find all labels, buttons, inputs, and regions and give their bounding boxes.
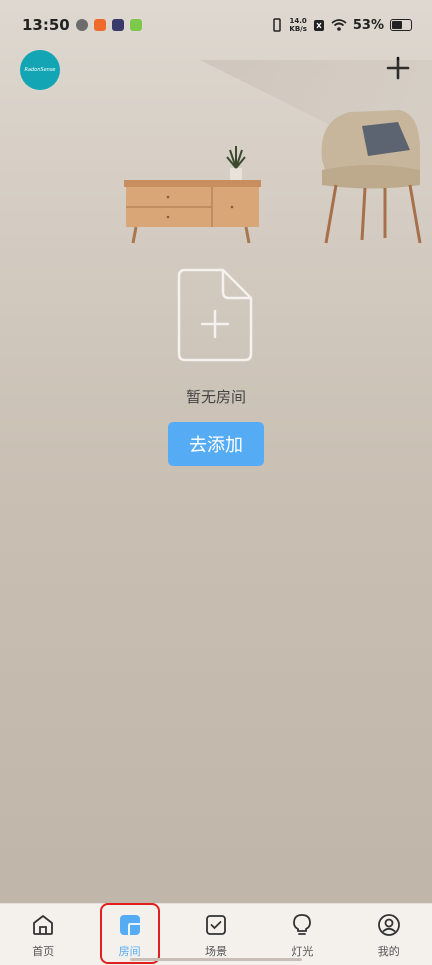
battery-icon	[390, 19, 412, 31]
status-right: 14.0 KB/s 53%	[271, 17, 412, 33]
empty-room-message: 暂无房间	[185, 388, 246, 406]
plant-pot	[230, 168, 242, 182]
dresser-top	[124, 180, 261, 187]
net-speed-unit: KB/s	[289, 25, 307, 33]
home-icon	[33, 915, 54, 935]
bulb-icon	[293, 914, 312, 935]
net-speed-value: 14.0	[289, 17, 307, 25]
net-speed: 14.0 KB/s	[289, 17, 306, 33]
tab-profile[interactable]: 我的	[354, 904, 424, 959]
tab-label: 我的	[377, 945, 400, 958]
tab-label: 灯光	[291, 945, 314, 958]
app-notification-icon	[93, 19, 106, 31]
tab-label: 首页	[32, 945, 55, 958]
status-time: 13:50	[22, 16, 70, 34]
status-bar: 13:50 14.0 KB/s 53%	[0, 0, 432, 50]
app-notification-icon	[111, 19, 124, 31]
tab-scene[interactable]: 场景	[181, 904, 251, 959]
add-room-button[interactable]: 去添加	[168, 422, 264, 466]
status-left: 13:50	[22, 16, 142, 34]
sim-off-icon	[313, 19, 324, 31]
tab-light[interactable]: 灯光	[267, 904, 337, 959]
home-indicator[interactable]	[130, 958, 302, 961]
vibrate-icon	[273, 18, 282, 32]
wifi-icon	[331, 19, 347, 31]
battery-percent: 53%	[352, 17, 384, 33]
active-tab-highlight	[100, 903, 160, 964]
bottom-tab-bar: 首页 房间 场景 灯光 我的	[0, 903, 432, 965]
tab-home[interactable]: 首页	[8, 904, 78, 959]
scene-check-icon	[206, 915, 226, 935]
profile-icon	[377, 914, 400, 936]
app-notification-icon	[75, 19, 88, 31]
app-notification-icon	[129, 19, 142, 31]
empty-file-add-icon	[177, 268, 253, 362]
room-background-illustration	[124, 60, 432, 244]
tab-label: 场景	[204, 945, 227, 958]
